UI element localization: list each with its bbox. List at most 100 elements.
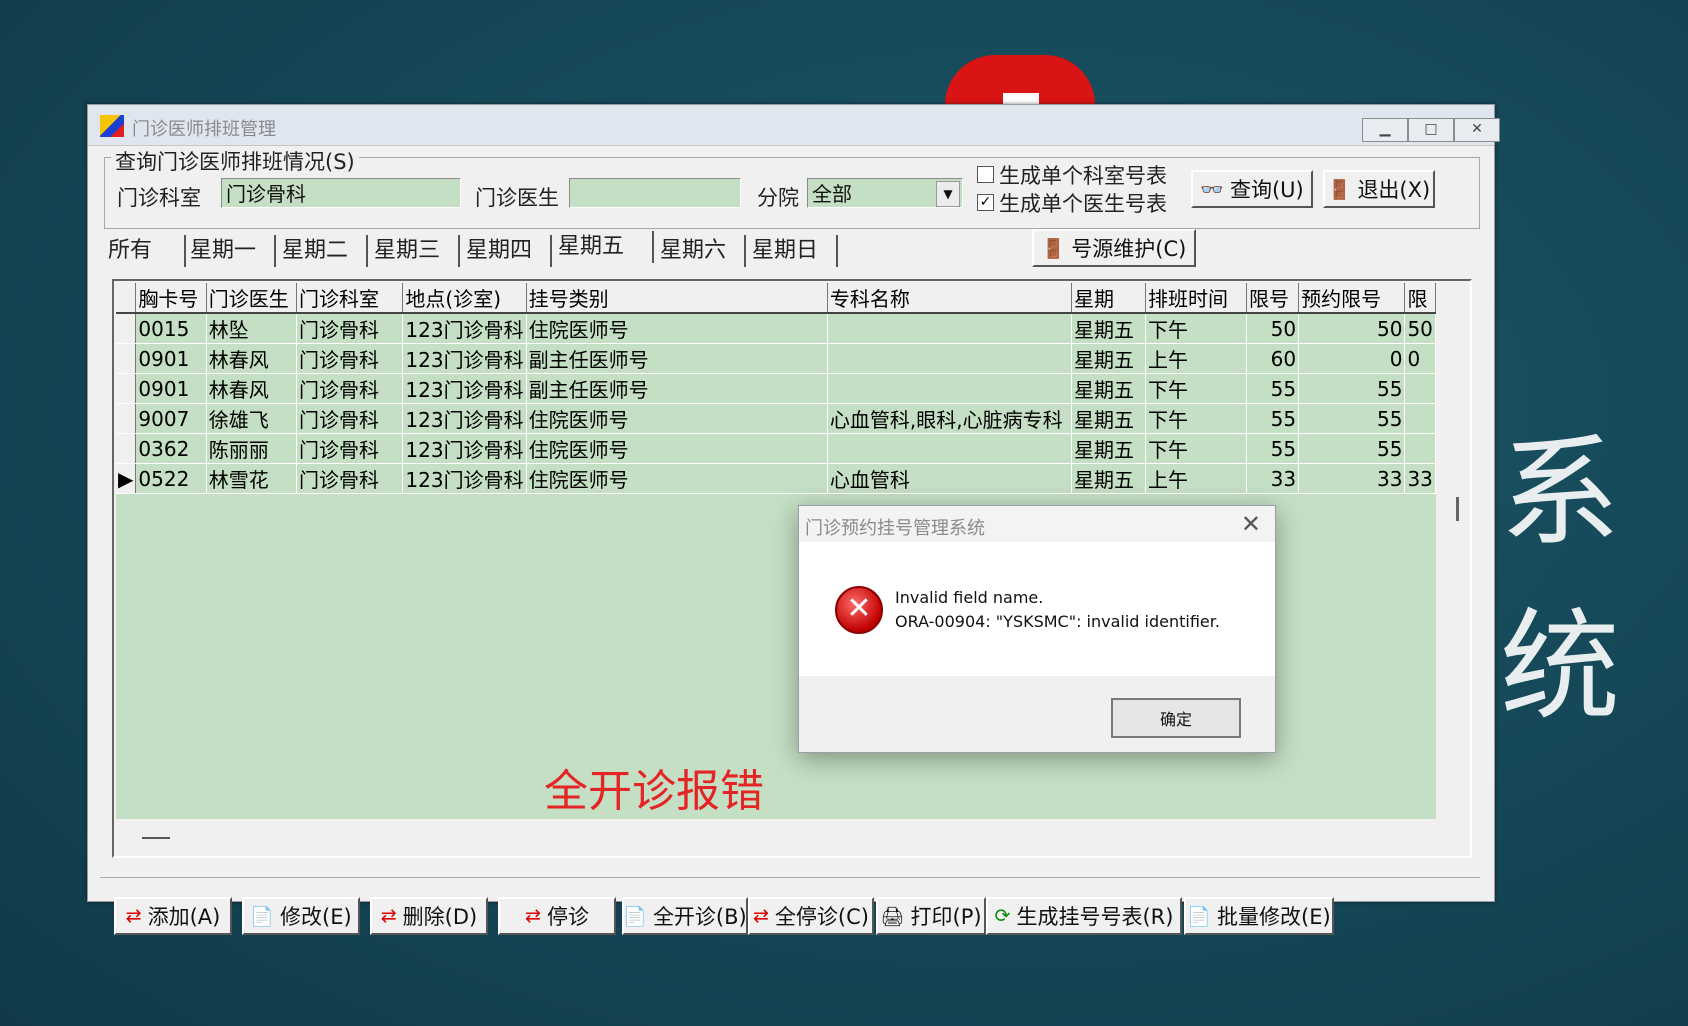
suspend-all-button[interactable]: ⇄ 全停诊(C) xyxy=(748,897,874,935)
delete-button[interactable]: ⇄ 删除(D) xyxy=(370,897,488,935)
table-row[interactable]: ▶ 0522 林雪花 门诊骨科 123门诊骨科 住院医师号 心血管科 星期五 上午 33 33 33 xyxy=(116,463,1436,494)
table-row[interactable]: 0015 林坠 门诊骨科 123门诊骨科 住院医师号 星期五 下午 50 50 50 xyxy=(116,313,1436,344)
table-cell-book[interactable]: 55 xyxy=(1298,433,1406,464)
table-cell-dept[interactable]: 门诊骨科 xyxy=(296,313,404,344)
table-cell-book[interactable]: 0 xyxy=(1298,343,1406,374)
col-header[interactable]: 限号 xyxy=(1246,283,1300,314)
table-cell-place[interactable]: 123门诊骨科 xyxy=(402,343,527,374)
table-cell-type[interactable]: 住院医师号 xyxy=(526,433,828,464)
row-indicator[interactable] xyxy=(116,433,137,464)
source-maintenance-button[interactable]: 🚪 号源维护(C) xyxy=(1032,229,1196,267)
table-cell-week[interactable]: 星期五 xyxy=(1071,463,1146,494)
table-cell-x[interactable] xyxy=(1404,403,1436,434)
table-cell-time[interactable]: 上午 xyxy=(1145,463,1247,494)
table-cell-id[interactable]: 0901 xyxy=(135,373,207,404)
table-row[interactable]: 0901 林春风 门诊骨科 123门诊骨科 副主任医师号 星期五 上午 60 0 0 xyxy=(116,343,1436,374)
table-cell-book[interactable]: 55 xyxy=(1298,373,1406,404)
table-cell-limit[interactable]: 55 xyxy=(1246,373,1300,404)
table-cell-time[interactable]: 下午 xyxy=(1145,403,1247,434)
row-indicator[interactable] xyxy=(116,313,137,344)
table-cell-spec[interactable] xyxy=(827,313,1073,344)
col-header[interactable]: 门诊医生 xyxy=(206,283,298,314)
maximize-button[interactable]: □ xyxy=(1408,118,1454,142)
table-cell-limit[interactable]: 60 xyxy=(1246,343,1300,374)
table-cell-spec[interactable] xyxy=(827,373,1073,404)
row-indicator[interactable]: ▶ xyxy=(116,463,137,494)
doctor-table-checkbox[interactable]: ✓ xyxy=(977,194,994,211)
col-header[interactable]: 排班时间 xyxy=(1145,283,1247,314)
edit-button[interactable]: 📄 修改(E) xyxy=(242,897,360,935)
col-header[interactable]: 胸卡号 xyxy=(135,283,207,314)
table-cell-type[interactable]: 住院医师号 xyxy=(526,463,828,494)
branch-select[interactable]: 全部 ▼ xyxy=(807,178,963,208)
table-cell-limit[interactable]: 50 xyxy=(1246,313,1300,344)
add-button[interactable]: ⇄ 添加(A) xyxy=(114,897,232,935)
doctor-field[interactable] xyxy=(569,178,741,208)
search-button[interactable]: 👓 查询(U) xyxy=(1191,170,1313,208)
table-cell-doctor[interactable]: 徐雄飞 xyxy=(206,403,298,434)
dialog-close-icon[interactable]: ✕ xyxy=(1241,510,1261,538)
tab-friday[interactable]: 星期五 xyxy=(554,231,654,263)
col-header[interactable]: 地点(诊室) xyxy=(402,283,527,314)
table-cell-book[interactable]: 50 xyxy=(1298,313,1406,344)
table-cell-dept[interactable]: 门诊骨科 xyxy=(296,463,404,494)
ok-button[interactable]: 确定 xyxy=(1111,698,1241,738)
table-cell-week[interactable]: 星期五 xyxy=(1071,313,1146,344)
chevron-down-icon[interactable]: ▼ xyxy=(936,181,960,207)
row-indicator[interactable] xyxy=(116,343,137,374)
table-cell-time[interactable]: 上午 xyxy=(1145,343,1247,374)
table-cell-type[interactable]: 副主任医师号 xyxy=(526,343,828,374)
table-cell-type[interactable]: 住院医师号 xyxy=(526,313,828,344)
table-row[interactable]: 0901 林春风 门诊骨科 123门诊骨科 副主任医师号 星期五 下午 55 55 xyxy=(116,373,1436,404)
table-cell-x[interactable] xyxy=(1404,433,1436,464)
table-cell-id[interactable]: 0015 xyxy=(135,313,207,344)
table-cell-doctor[interactable]: 林坠 xyxy=(206,313,298,344)
col-header[interactable]: 挂号类别 xyxy=(526,283,828,314)
generate-table-button[interactable]: ⟳ 生成挂号号表(R) xyxy=(986,897,1182,935)
table-cell-week[interactable]: 星期五 xyxy=(1071,343,1146,374)
table-cell-id[interactable]: 0901 xyxy=(135,343,207,374)
row-indicator[interactable] xyxy=(116,373,137,404)
dept-field[interactable]: 门诊骨科 xyxy=(221,178,461,208)
table-cell-doctor[interactable]: 林雪花 xyxy=(206,463,298,494)
col-header[interactable]: 专科名称 xyxy=(827,283,1073,314)
tab-saturday[interactable]: 星期六 xyxy=(656,235,746,267)
table-row[interactable]: 9007 徐雄飞 门诊骨科 123门诊骨科 住院医师号 心血管科,眼科,心脏病专科 星期五下… xyxy=(116,403,1436,434)
table-cell-id[interactable]: 0362 xyxy=(135,433,207,464)
minimize-button[interactable]: ▁ xyxy=(1362,118,1408,142)
open-all-button[interactable]: 📄 全开诊(B) xyxy=(622,897,748,935)
table-cell-time[interactable]: 下午 xyxy=(1145,433,1247,464)
table-cell-doctor[interactable]: 林春风 xyxy=(206,343,298,374)
table-cell-id[interactable]: 9007 xyxy=(135,403,207,434)
table-cell-type[interactable]: 住院医师号 xyxy=(526,403,828,434)
tab-wednesday[interactable]: 星期三 xyxy=(370,235,460,267)
table-cell-id[interactable]: 0522 xyxy=(135,463,207,494)
col-header[interactable]: 星期 xyxy=(1071,283,1146,314)
table-cell-dept[interactable]: 门诊骨科 xyxy=(296,373,404,404)
table-cell-spec[interactable] xyxy=(827,433,1073,464)
tab-all[interactable]: 所有 xyxy=(104,235,186,267)
horizontal-scrollbar[interactable] xyxy=(142,837,170,839)
table-cell-doctor[interactable]: 林春风 xyxy=(206,373,298,404)
table-cell-place[interactable]: 123门诊骨科 xyxy=(402,373,527,404)
col-header[interactable]: 预约限号 xyxy=(1298,283,1406,314)
exit-button[interactable]: 🚪 退出(X) xyxy=(1323,170,1435,208)
table-cell-x[interactable] xyxy=(1404,373,1436,404)
vertical-scrollbar[interactable] xyxy=(1456,497,1459,521)
table-cell-x[interactable]: 0 xyxy=(1404,343,1436,374)
table-cell-spec[interactable]: 心血管科,眼科,心脏病专科 xyxy=(827,403,1073,434)
table-cell-spec[interactable]: 心血管科 xyxy=(827,463,1073,494)
table-cell-x[interactable]: 50 xyxy=(1404,313,1436,344)
tab-sunday[interactable]: 星期日 xyxy=(748,235,838,267)
tab-monday[interactable]: 星期一 xyxy=(186,235,276,267)
col-header[interactable]: 门诊科室 xyxy=(296,283,404,314)
table-cell-dept[interactable]: 门诊骨科 xyxy=(296,343,404,374)
table-cell-dept[interactable]: 门诊骨科 xyxy=(296,433,404,464)
table-cell-place[interactable]: 123门诊骨科 xyxy=(402,463,527,494)
table-cell-time[interactable]: 下午 xyxy=(1145,373,1247,404)
table-cell-week[interactable]: 星期五 xyxy=(1071,433,1146,464)
table-cell-book[interactable]: 33 xyxy=(1298,463,1406,494)
col-header[interactable]: 限 xyxy=(1404,283,1436,314)
close-button[interactable]: ✕ xyxy=(1454,118,1500,142)
table-cell-place[interactable]: 123门诊骨科 xyxy=(402,313,527,344)
